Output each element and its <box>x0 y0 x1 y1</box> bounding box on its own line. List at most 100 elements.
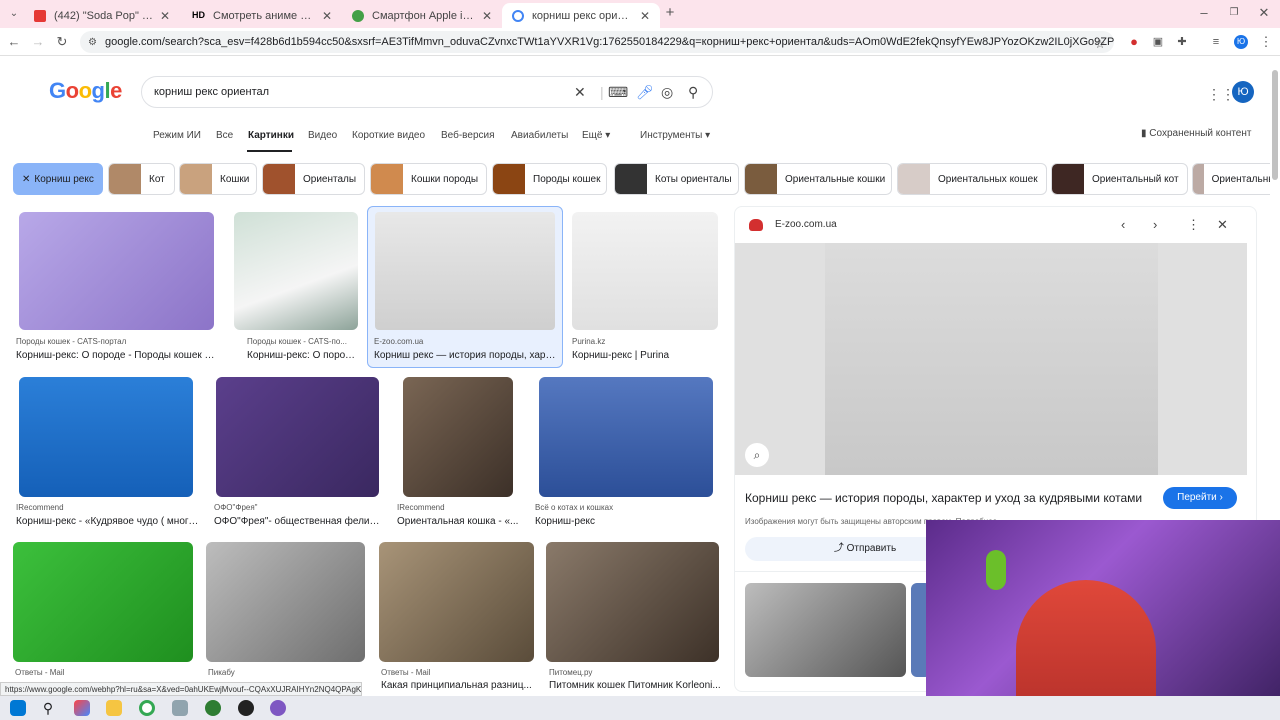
search-input[interactable]: корниш рекс ориентал <box>154 86 269 98</box>
result-source[interactable]: Пикабу <box>208 668 368 677</box>
tab-search-icon[interactable]: ⌄ <box>6 6 22 22</box>
file-explorer-icon[interactable] <box>106 700 122 716</box>
image-result[interactable]: Ответы - Mail <box>12 542 196 690</box>
result-image[interactable] <box>234 212 358 330</box>
result-title[interactable]: Корниш-рекс: О породе ... <box>247 350 360 361</box>
result-image[interactable] <box>403 377 513 497</box>
tab-4-active[interactable]: корниш рекс ориентал - Пои ✕ <box>502 3 660 28</box>
result-image[interactable] <box>19 377 193 497</box>
new-tab-icon[interactable]: + <box>662 5 678 21</box>
result-title[interactable]: Корниш-рекс <box>535 516 719 527</box>
copilot-icon[interactable] <box>74 700 90 716</box>
result-title[interactable]: Корниш-рекс | Purina <box>572 350 720 361</box>
tab-2[interactable]: HD Смотреть аниме Повелитель ✕ <box>182 3 342 28</box>
tab-ai-mode[interactable]: Режим ИИ <box>153 130 201 141</box>
tab-3[interactable]: Смартфон Apple iPhone 17 Pr ✕ <box>342 3 502 28</box>
result-image[interactable] <box>572 212 718 330</box>
menu-icon[interactable]: ⋮ <box>1258 34 1274 50</box>
close-icon[interactable]: ✕ <box>1217 217 1228 233</box>
result-source[interactable]: IRecommend <box>397 503 525 512</box>
next-icon[interactable]: › <box>1153 217 1157 232</box>
result-source[interactable]: E-zoo.com.ua <box>374 337 558 346</box>
windows-start-icon[interactable] <box>10 700 26 716</box>
prev-icon[interactable]: ‹ <box>1121 217 1125 232</box>
media-icon[interactable]: ≡ <box>1208 34 1224 50</box>
back-icon[interactable]: ← <box>6 34 22 50</box>
tab-short-video[interactable]: Короткие видео <box>352 130 425 141</box>
chip[interactable]: Кошки <box>179 163 257 195</box>
lens-search-icon[interactable]: ⌕ <box>745 443 769 467</box>
chip-selected[interactable]: ✕ Корниш рекс <box>13 163 103 195</box>
result-image[interactable] <box>379 542 534 662</box>
tab-all[interactable]: Все <box>216 130 233 141</box>
google-logo[interactable]: Google <box>49 78 122 104</box>
chip[interactable]: Ориентальный кот <box>1051 163 1188 195</box>
result-source[interactable]: Purina.kz <box>572 337 720 346</box>
site-info-icon[interactable]: ⚙ <box>88 37 97 48</box>
chip[interactable]: Породы кошек <box>492 163 607 195</box>
image-result[interactable]: ОФО"Фрея" ОФО"Фрея"- общественная фелин.… <box>214 377 382 529</box>
result-source[interactable]: Ответы - Mail <box>381 668 537 677</box>
profile-avatar[interactable]: Ю <box>1234 35 1248 49</box>
panel-source[interactable]: E-zoo.com.ua <box>775 219 837 230</box>
chip[interactable]: Ориенталы <box>262 163 365 195</box>
chip[interactable]: Ориентальные <box>1192 163 1270 195</box>
image-result[interactable]: Всё о котах и кошках Корниш-рекс <box>535 377 719 529</box>
result-source[interactable]: Породы кошек - CATS-по... <box>247 337 360 346</box>
close-icon[interactable]: ✕ <box>482 9 492 23</box>
result-title[interactable]: Корниш рекс — история породы, хара... <box>374 350 558 361</box>
restore-icon[interactable]: ❐ <box>1226 5 1242 21</box>
keyboard-icon[interactable]: ⌨ <box>608 84 628 101</box>
address-bar[interactable]: ⚙ google.com/search?sca_esv=f428b6d1b594… <box>80 31 1114 53</box>
result-source[interactable]: ОФО"Фрея" <box>214 503 382 512</box>
opera-icon[interactable]: ● <box>1126 34 1142 50</box>
image-result[interactable]: Питомец.ру Питомник кошек Питомник Korle… <box>545 542 721 690</box>
chip[interactable]: Ориентальных кошек <box>897 163 1047 195</box>
chip[interactable]: Ориентальные кошки <box>744 163 892 195</box>
image-result[interactable]: Породы кошек - CATS-портал Корниш-рекс: … <box>16 212 216 364</box>
bookmark-star-icon[interactable]: ☆ <box>1092 36 1108 52</box>
image-result[interactable]: Породы кошек - CATS-по... Корниш-рекс: О… <box>232 212 360 364</box>
panel-title[interactable]: Корниш рекс — история породы, характер и… <box>745 491 1155 505</box>
tab-video[interactable]: Видео <box>308 130 337 141</box>
result-title[interactable]: Ориентальная кошка - «... <box>397 516 525 527</box>
tab-flights[interactable]: Авиабилеты <box>511 130 568 141</box>
more-options-icon[interactable]: ⋮ <box>1187 217 1200 233</box>
tab-more[interactable]: Ещё ▾ <box>582 130 610 141</box>
account-avatar[interactable]: Ю <box>1232 81 1254 103</box>
related-image[interactable] <box>745 583 906 677</box>
tab-1[interactable]: (442) "Soda Pop" Official Lyric V ✕ <box>24 3 180 28</box>
result-source[interactable]: Породы кошек - CATS-портал <box>16 337 216 346</box>
mic-icon[interactable]: 🎤︎ <box>636 84 654 101</box>
image-result[interactable]: IRecommend Корниш-рекс - «Кудрявое чудо … <box>16 377 200 529</box>
result-image[interactable] <box>19 212 214 330</box>
app-icon[interactable] <box>238 700 254 716</box>
chrome-icon[interactable] <box>139 700 155 716</box>
preview-image[interactable] <box>825 243 1158 475</box>
chip[interactable]: Кот <box>108 163 175 195</box>
tab-images[interactable]: Картинки <box>248 130 294 141</box>
search-box[interactable]: корниш рекс ориентал ✕ | ⌨ 🎤︎ ◎ ⚲ <box>141 76 713 108</box>
result-image[interactable] <box>539 377 713 497</box>
result-image[interactable] <box>206 542 365 662</box>
search-icon[interactable]: ⚲ <box>40 700 56 716</box>
result-title[interactable]: ОФО"Фрея"- общественная фелин... <box>214 516 382 527</box>
app-icon[interactable] <box>205 700 221 716</box>
saved-content-link[interactable]: ▮ Сохраненный контент <box>1141 128 1251 139</box>
close-icon[interactable]: ✕ <box>22 174 30 185</box>
image-result[interactable]: Ответы - Mail Какая принципиальная разни… <box>377 542 537 690</box>
close-icon[interactable]: ✕ <box>640 9 650 23</box>
result-source[interactable]: Питомец.ру <box>549 668 721 677</box>
forward-icon[interactable]: → <box>30 34 46 50</box>
tab-web[interactable]: Веб-версия <box>441 130 495 141</box>
close-icon[interactable]: ✕ <box>160 9 170 23</box>
discord-icon[interactable] <box>270 700 286 716</box>
chip[interactable]: Кошки породы <box>370 163 487 195</box>
search-icon[interactable]: ⚲ <box>688 84 698 101</box>
result-source[interactable]: Всё о котах и кошках <box>535 503 719 512</box>
result-source[interactable]: Ответы - Mail <box>15 668 196 677</box>
extension-icon[interactable]: ▣ <box>1150 34 1166 50</box>
image-result[interactable]: Пикабу <box>204 542 368 690</box>
image-result-selected[interactable]: E-zoo.com.ua Корниш рекс — история пород… <box>372 212 558 364</box>
result-image[interactable] <box>216 377 379 497</box>
